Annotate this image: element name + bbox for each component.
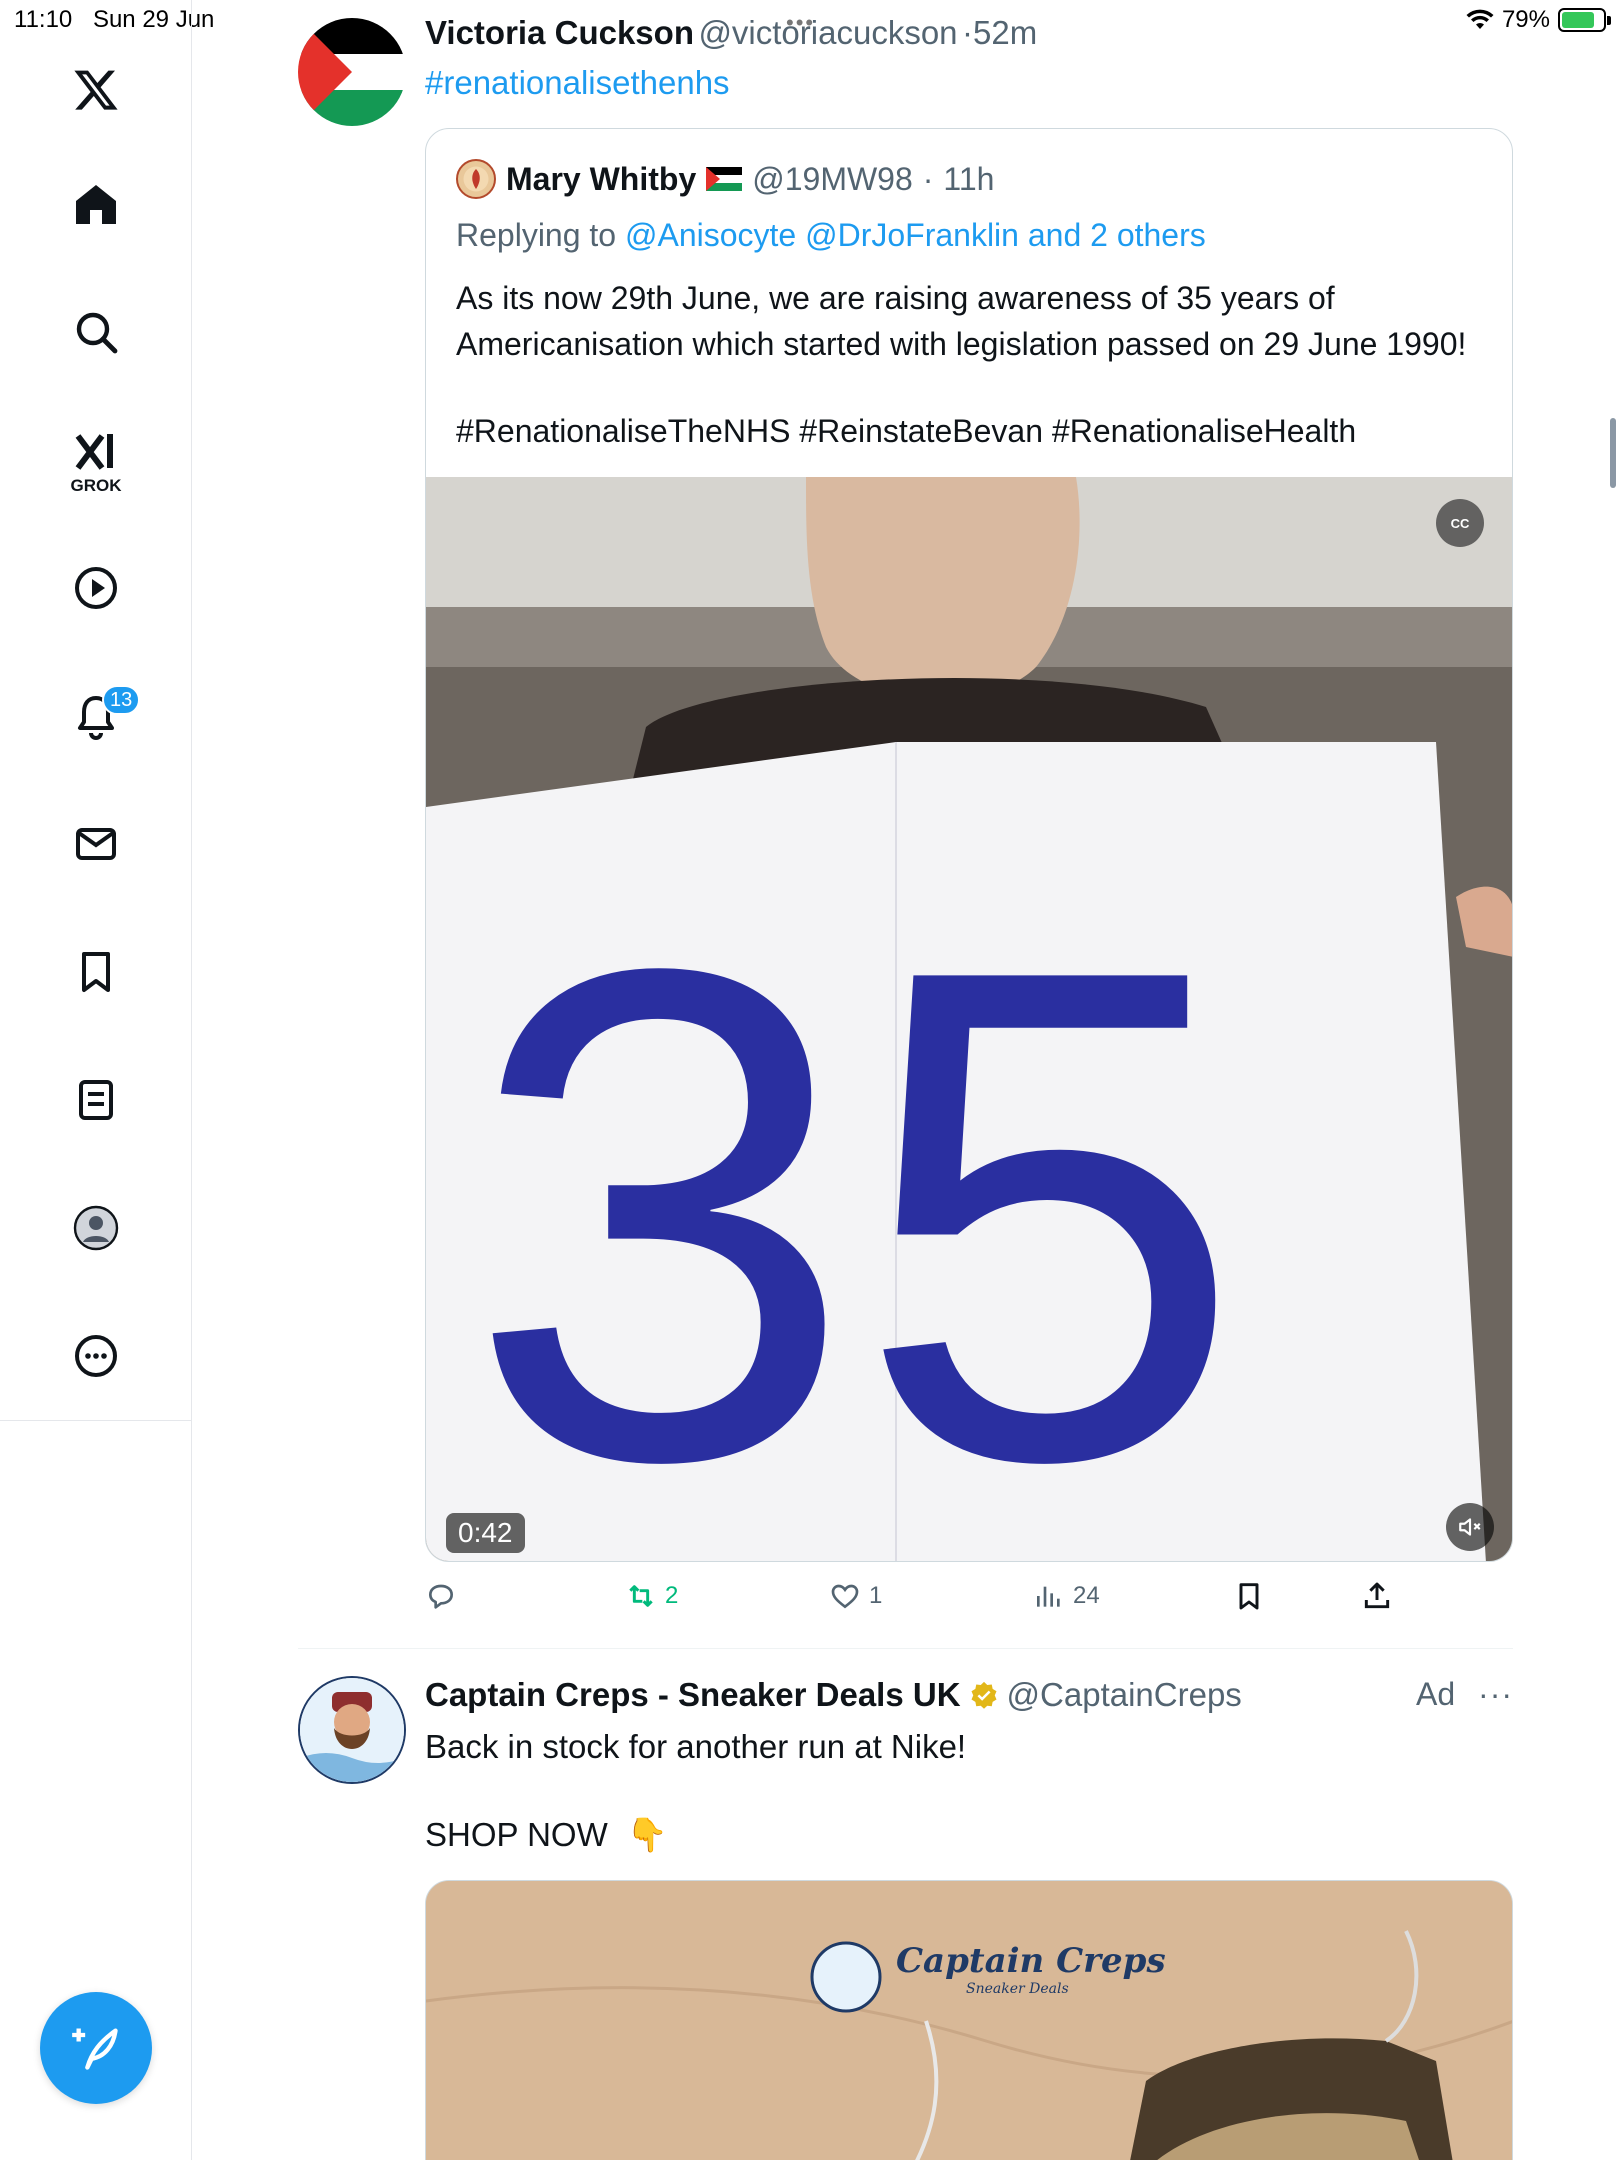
profile-avatar-icon[interactable] — [56, 1188, 136, 1268]
tweet1-dot: · — [961, 14, 973, 51]
retweet-count: 2 — [665, 1582, 679, 1609]
bearded-captain-avatar-icon — [300, 1678, 404, 1782]
tweet2-header: Captain Creps - Sneaker Deals UK @Captai… — [425, 1676, 1242, 1714]
pointing-down-emoji: 👇 — [626, 1816, 669, 1853]
video-duration: 0:42 — [446, 1513, 525, 1553]
home-icon[interactable] — [56, 164, 136, 244]
ad-brand-logo-subtext: Sneaker Deals — [966, 1981, 1069, 1997]
tweet2-body-text: Back in stock for another run at Nike! — [425, 1728, 967, 1765]
palestine-flag-icon — [706, 167, 743, 191]
tweet2-more-options-icon[interactable]: ··· — [1478, 1676, 1513, 1712]
ad-label: Ad — [1416, 1676, 1456, 1712]
status-bar-right: 79% — [1466, 6, 1611, 34]
more-options-icon[interactable] — [56, 1316, 136, 1396]
views-button[interactable]: 24 — [1033, 1580, 1100, 1612]
reply-button[interactable] — [425, 1580, 457, 1612]
share-upload-icon — [1364, 1582, 1390, 1609]
ad-label-row: Ad ··· — [1416, 1676, 1513, 1713]
battery-icon — [1558, 8, 1611, 32]
bookmarks-icon[interactable] — [56, 932, 136, 1012]
retweet-button[interactable]: 2 — [625, 1580, 678, 1612]
palestine-flag-avatar-icon — [298, 18, 406, 126]
reply-icon — [429, 1584, 453, 1609]
sidebar: GROK 13 — [0, 0, 192, 2160]
search-icon[interactable] — [56, 292, 136, 372]
speaker-muted-icon — [1459, 1518, 1481, 1536]
tweet-divider — [298, 1648, 1513, 1649]
video-play-icon[interactable] — [56, 548, 136, 628]
lists-icon[interactable] — [56, 1060, 136, 1140]
quote-header: Mary Whitby @19MW98 · 11h — [456, 159, 994, 199]
victoria-avatar[interactable] — [298, 18, 406, 126]
grok-label: GROK — [70, 476, 122, 495]
tweet1-author-name[interactable]: Victoria Cuckson — [425, 14, 694, 51]
closed-captions-button[interactable]: CC — [1436, 499, 1484, 547]
rose-avatar-icon — [463, 166, 489, 192]
bookmark-button[interactable] — [1233, 1580, 1265, 1612]
quote-body-text: As its now 29th June, we are raising awa… — [456, 280, 1467, 362]
retweet-icon — [629, 1585, 653, 1607]
like-button[interactable]: 1 — [829, 1580, 882, 1612]
tweet1-time[interactable]: 52m — [973, 14, 1037, 51]
compose-feather-icon — [72, 2028, 118, 2070]
wifi-icon — [1466, 9, 1494, 29]
tweet1-handle[interactable]: @victoriacuckson — [698, 14, 957, 51]
quote-hashtags[interactable]: #RenationaliseTheNHS #ReinstateBevan #Re… — [456, 413, 1356, 450]
quote-time: 11h — [943, 160, 995, 197]
quote-dot: · — [922, 160, 934, 197]
replying-to-prefix: Replying to — [456, 217, 617, 253]
verified-gold-badge-icon — [971, 1681, 997, 1709]
captain-creps-avatar[interactable] — [298, 1676, 406, 1784]
notification-count-badge: 13 — [102, 685, 141, 715]
ad-product-image[interactable]: Captain Creps Sneaker Deals — [425, 1880, 1513, 2160]
sneaker-image — [426, 1881, 1512, 2160]
quote-replying-line: Replying to @Anisocyte @DrJoFranklin and… — [456, 217, 1206, 254]
scroll-indicator[interactable] — [1610, 418, 1616, 488]
share-button[interactable] — [1361, 1580, 1393, 1612]
x-logo-icon[interactable] — [56, 50, 136, 130]
sidebar-divider — [0, 1420, 192, 1421]
tweet1-header: Victoria Cuckson @victoriacuckson ·52m — [425, 14, 1037, 52]
video-sign-number: 35 — [466, 824, 1245, 1562]
tweet2-shop-now-line: SHOP NOW 👇 — [425, 1816, 668, 1855]
quote-author-name[interactable]: Mary Whitby — [506, 161, 696, 198]
quote-handle[interactable]: @19MW98 — [752, 161, 913, 198]
heart-icon — [831, 1584, 859, 1609]
views-count: 24 — [1073, 1582, 1100, 1609]
compose-post-button[interactable] — [40, 1992, 152, 2104]
tweet1-hashtag[interactable]: #renationalisethenhs — [425, 64, 730, 102]
battery-percent: 79% — [1501, 6, 1550, 33]
messages-envelope-icon[interactable] — [56, 804, 136, 884]
mary-avatar[interactable] — [456, 159, 496, 199]
views-chart-icon — [1037, 1586, 1060, 1607]
like-count: 1 — [869, 1582, 883, 1609]
tweet1-actions: 2 1 24 — [425, 1580, 1425, 1620]
tweet2-author-name[interactable]: Captain Creps - Sneaker Deals UK — [425, 1676, 961, 1714]
mute-toggle-button[interactable] — [1446, 1503, 1494, 1551]
replying-to-users[interactable]: @Anisocyte @DrJoFranklin and 2 others — [625, 217, 1206, 253]
quote-video[interactable]: 35 CC 0:42 — [426, 477, 1512, 1562]
quoted-tweet[interactable]: Mary Whitby @19MW98 · 11h Replying to @An… — [425, 128, 1513, 1562]
video-frame-image: 35 — [426, 477, 1512, 1562]
shop-now-text: SHOP NOW — [425, 1816, 608, 1853]
tweet2-handle[interactable]: @CaptainCreps — [1007, 1676, 1242, 1714]
bookmark-icon — [1239, 1583, 1259, 1610]
ad-brand-logo-text: Captain Creps — [896, 1941, 1166, 1981]
